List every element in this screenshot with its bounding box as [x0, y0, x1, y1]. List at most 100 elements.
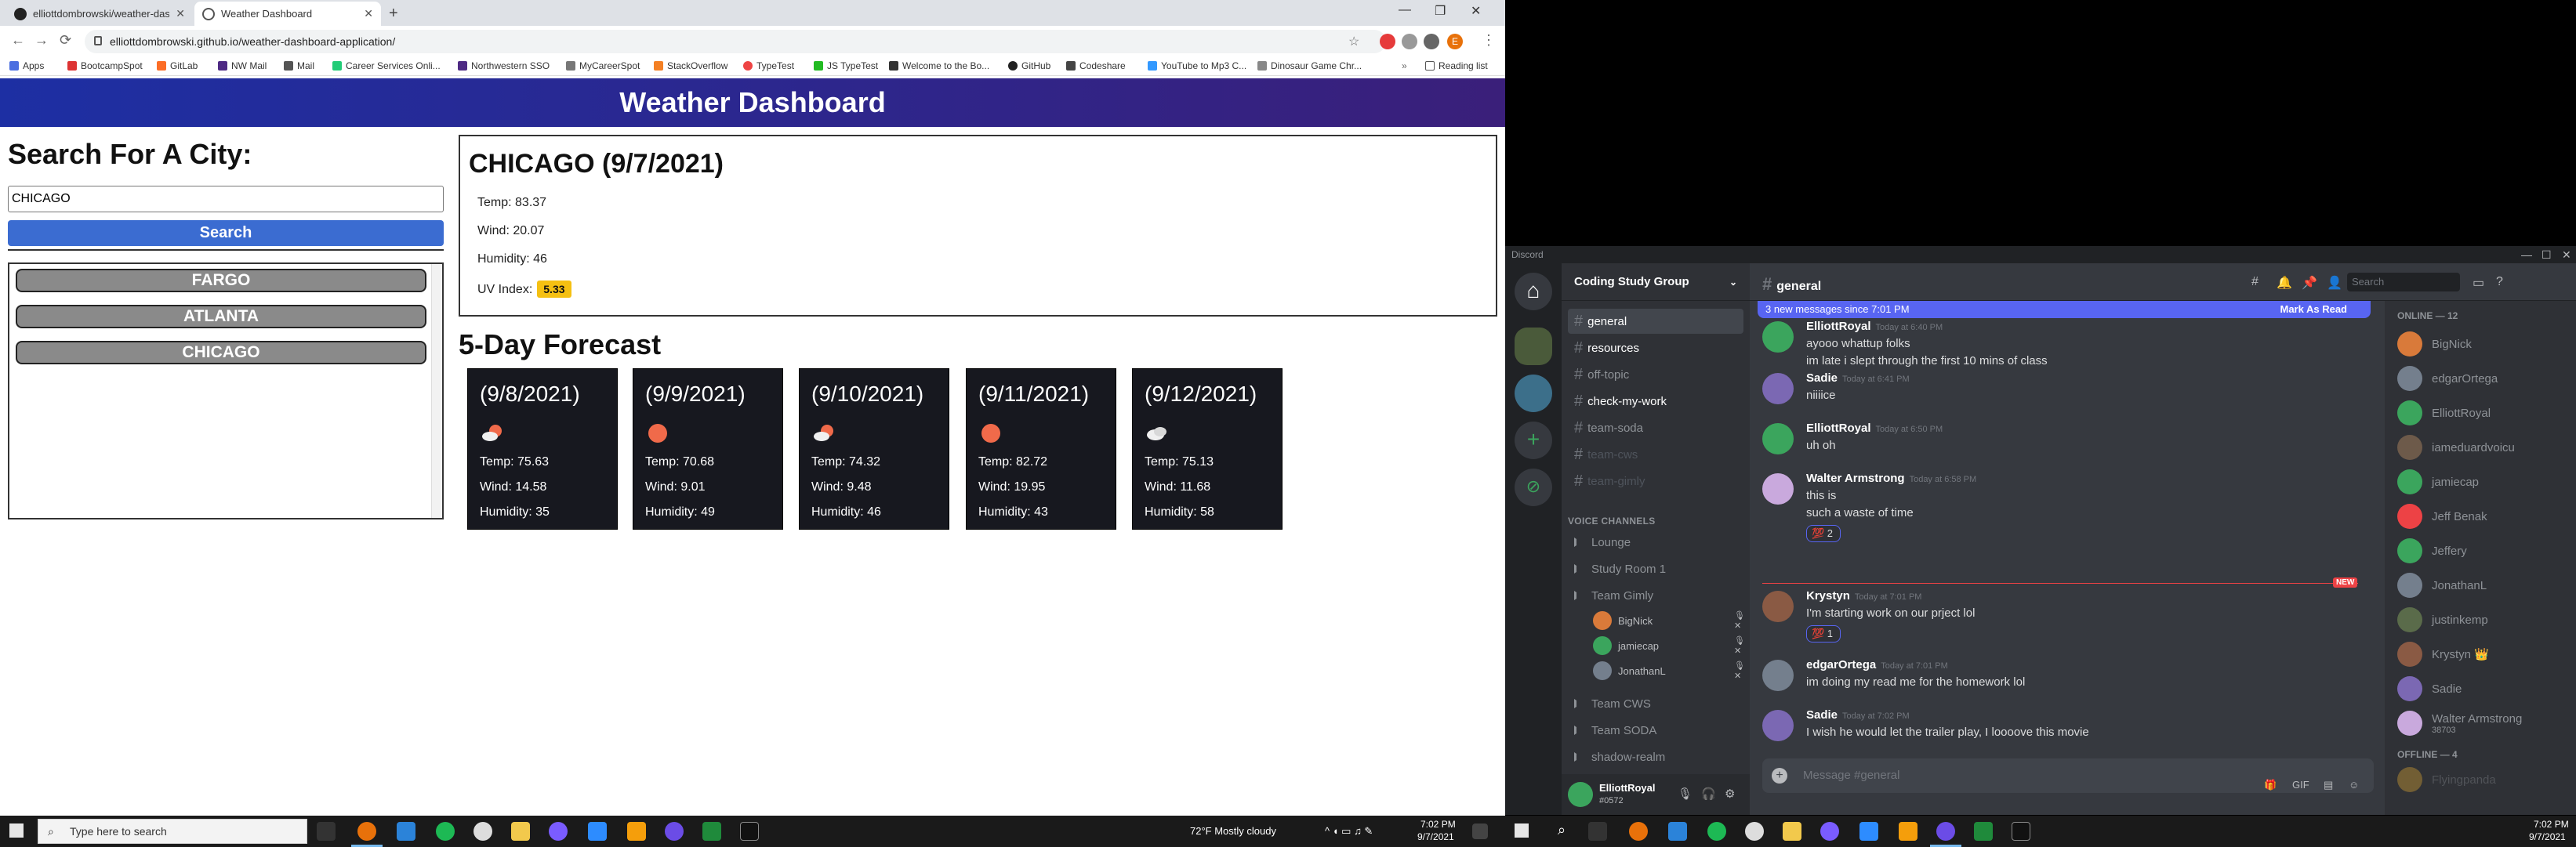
- mark-as-read-button[interactable]: Mark As Read: [2280, 301, 2348, 318]
- voice-channel-team-cws[interactable]: Team CWS: [1568, 691, 1743, 716]
- app-icon[interactable]: [511, 822, 530, 841]
- app-icon[interactable]: [1783, 822, 1801, 841]
- avatar[interactable]: [1762, 710, 1794, 741]
- avatar[interactable]: [1568, 782, 1593, 807]
- scrollbar[interactable]: [431, 264, 442, 518]
- new-tab-button[interactable]: +: [389, 5, 398, 21]
- pin-icon[interactable]: 📌: [2302, 275, 2317, 291]
- member-item[interactable]: jamiecap: [2391, 465, 2570, 498]
- channel-check-my-work[interactable]: # check-my-work: [1568, 389, 1743, 414]
- weather-widget[interactable]: 72°F Mostly cloudy: [1190, 825, 1276, 837]
- city-search-input[interactable]: [8, 186, 444, 212]
- notifications-icon[interactable]: [1472, 823, 1488, 839]
- bookmark-item[interactable]: Codeshare: [1066, 60, 1126, 71]
- reload-icon[interactable]: ⟳: [60, 32, 71, 49]
- bookmark-item[interactable]: NW Mail: [218, 60, 267, 71]
- history-button-fargo[interactable]: FARGO: [16, 269, 426, 292]
- message-author[interactable]: Sadie Today at 6:41 PM: [1806, 371, 1910, 385]
- messenger-icon[interactable]: [1820, 822, 1839, 841]
- new-messages-banner[interactable]: 3 new messages since 7:01 PM Mark As Rea…: [1758, 301, 2371, 318]
- bookmark-item[interactable]: Career Services Onli...: [332, 60, 441, 71]
- bookmark-star-icon[interactable]: ☆: [1348, 34, 1359, 49]
- forward-arrow-icon[interactable]: →: [34, 32, 49, 49]
- bookmark-item[interactable]: GitHub: [1008, 60, 1050, 71]
- member-item[interactable]: Krystyn 👑: [2391, 638, 2570, 671]
- bookmark-item[interactable]: StackOverflow: [654, 60, 727, 71]
- threads-icon[interactable]: #: [2251, 275, 2259, 289]
- extension-icon[interactable]: [1402, 34, 1417, 49]
- avatar[interactable]: [1762, 473, 1794, 505]
- channel-general[interactable]: # general: [1568, 309, 1743, 334]
- task-view-icon[interactable]: [317, 822, 336, 841]
- search-icon[interactable]: ⌕: [1552, 822, 1571, 841]
- message-author[interactable]: ElliottRoyal Today at 6:50 PM: [1806, 422, 1943, 435]
- message-author[interactable]: ElliottRoyal Today at 6:40 PM: [1806, 320, 1943, 333]
- extension-icon[interactable]: [1380, 34, 1395, 49]
- member-item[interactable]: edgarOrtega: [2391, 362, 2570, 395]
- chrome-icon[interactable]: [1629, 822, 1648, 841]
- voice-user[interactable]: jamiecap 🎙✕: [1593, 635, 1745, 657]
- voice-channels-header[interactable]: VOICE CHANNELS: [1568, 516, 1656, 527]
- reading-list[interactable]: Reading list: [1425, 60, 1488, 71]
- task-view-icon[interactable]: [1588, 822, 1607, 841]
- spotify-icon[interactable]: [436, 822, 455, 841]
- bookmark-item[interactable]: YouTube to Mp3 C...: [1148, 60, 1246, 71]
- maximize-icon[interactable]: ☐: [2542, 246, 2552, 263]
- channel-team-soda[interactable]: # team-soda: [1568, 415, 1743, 440]
- vscode-icon[interactable]: [1668, 822, 1687, 841]
- history-button-atlanta[interactable]: ATLANTA: [16, 305, 426, 328]
- server-icon[interactable]: [1515, 328, 1552, 365]
- bookmark-item[interactable]: BootcampSpot: [67, 60, 143, 71]
- bookmark-item[interactable]: Northwestern SSO: [458, 60, 550, 71]
- minimize-icon[interactable]: —: [1399, 3, 1411, 17]
- app-icon[interactable]: [1745, 822, 1764, 841]
- search-button[interactable]: Search: [8, 220, 444, 246]
- discord-taskbar-icon[interactable]: [665, 822, 684, 841]
- app-icon[interactable]: [1899, 822, 1917, 841]
- zoom-icon[interactable]: [1859, 822, 1878, 841]
- message-author[interactable]: Walter Armstrong Today at 6:58 PM: [1806, 472, 1976, 485]
- terminal-icon[interactable]: [740, 822, 759, 841]
- restore-icon[interactable]: ❐: [1435, 3, 1446, 19]
- terminal-icon[interactable]: [2012, 822, 2030, 841]
- extensions-puzzle-icon[interactable]: [1424, 34, 1439, 49]
- member-item[interactable]: BigNick: [2391, 328, 2570, 360]
- channel-team-cws[interactable]: # team-cws: [1568, 442, 1743, 467]
- vscode-icon[interactable]: [397, 822, 415, 841]
- kebab-menu-icon[interactable]: ⋮: [1482, 32, 1496, 49]
- voice-user[interactable]: BigNick 🎙✕: [1593, 610, 1745, 632]
- browser-tab-weather[interactable]: Weather Dashboard ✕: [194, 2, 381, 26]
- server-header[interactable]: Coding Study Group ⌄: [1562, 263, 1750, 301]
- member-item[interactable]: Jeff Benak: [2391, 500, 2570, 533]
- message-author[interactable]: edgarOrtega Today at 7:01 PM: [1806, 658, 1948, 671]
- members-icon[interactable]: 👤: [2327, 275, 2342, 291]
- windows-start-icon[interactable]: [1515, 823, 1529, 838]
- system-tray-icons[interactable]: ^ ◖ ▭ ♫ ✎: [1325, 825, 1373, 838]
- minimize-icon[interactable]: —: [2521, 246, 2532, 263]
- voice-channel-team-soda[interactable]: Team SODA: [1568, 718, 1743, 743]
- bookmark-item[interactable]: GitLab: [157, 60, 198, 71]
- microphone-icon[interactable]: 🎙: [1678, 787, 1693, 801]
- close-window-icon[interactable]: ✕: [1471, 3, 1481, 19]
- discord-search-input[interactable]: Search: [2347, 273, 2460, 291]
- voice-channel-team-gimly[interactable]: Team Gimly: [1568, 583, 1743, 608]
- address-bar[interactable]: elliottdombrowski.github.io/weather-dash…: [85, 30, 1386, 53]
- profile-avatar[interactable]: E: [1447, 34, 1463, 49]
- bookmark-item[interactable]: Apps: [9, 60, 44, 71]
- discord-home-icon[interactable]: ⌂: [1515, 273, 1552, 310]
- member-item[interactable]: ElliottRoyal: [2391, 396, 2570, 429]
- gif-icon[interactable]: GIF: [2292, 768, 2309, 802]
- message-composer[interactable]: + Message #general 🎁 GIF ▤ ☺: [1762, 758, 2374, 793]
- avatar[interactable]: [1762, 660, 1794, 691]
- member-item[interactable]: Sadie: [2391, 672, 2570, 705]
- channel-off-topic[interactable]: # off-topic: [1568, 362, 1743, 387]
- chrome-icon[interactable]: [357, 822, 376, 841]
- explore-servers-icon[interactable]: ⊘: [1515, 469, 1552, 506]
- voice-channel-lounge[interactable]: Lounge: [1568, 530, 1743, 555]
- channel-resources[interactable]: # resources: [1568, 335, 1743, 360]
- emoji-icon[interactable]: ☺: [2349, 768, 2359, 802]
- bookmark-item[interactable]: Dinosaur Game Chr...: [1257, 60, 1362, 71]
- bookmark-item[interactable]: MyCareerSpot: [566, 60, 640, 71]
- app-icon[interactable]: [473, 822, 492, 841]
- member-item[interactable]: JonathanL: [2391, 569, 2570, 602]
